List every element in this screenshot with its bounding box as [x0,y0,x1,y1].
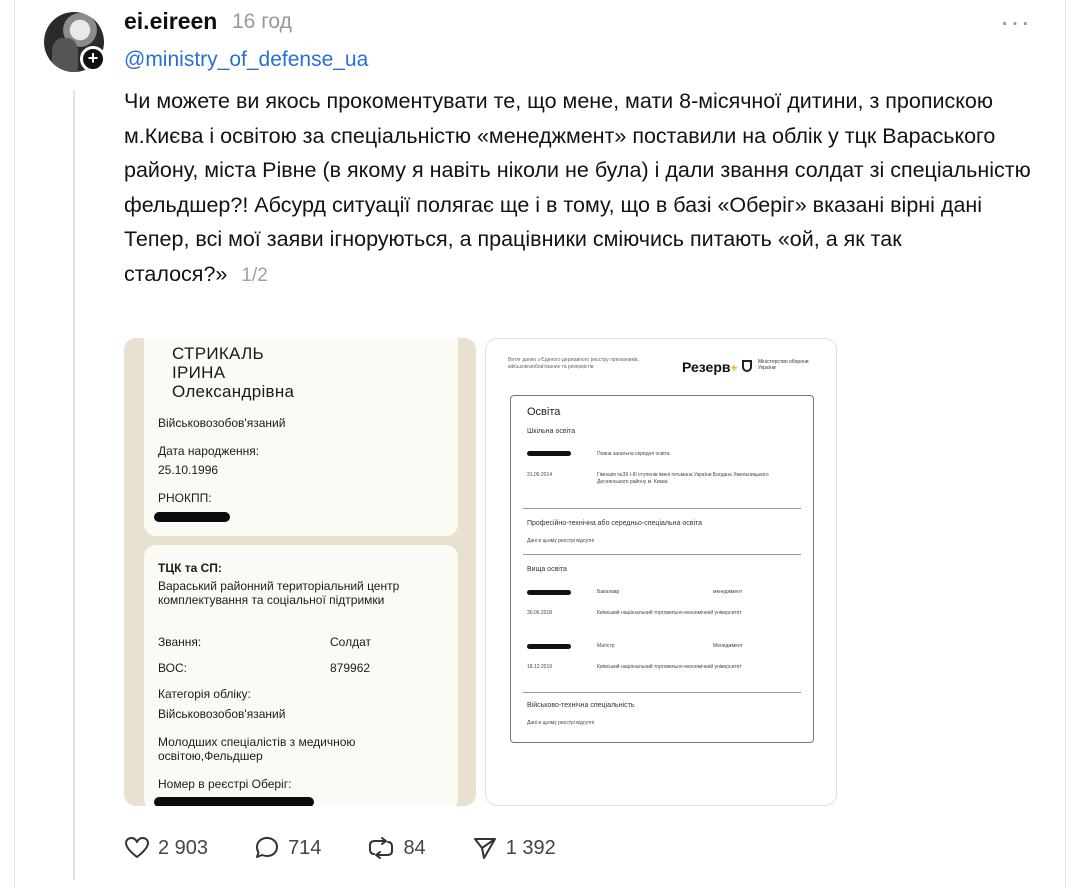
attached-image-reserv-doc[interactable]: Витяг даних з Єдиного державного реєстру… [485,338,837,806]
image-pager: 1/2 [241,264,268,286]
university-1: Київський національний торговельно-еконо… [597,610,742,616]
action-bar: 2 903 714 84 1 392 [124,832,602,864]
category-value: Військовозобов'язаний [158,707,286,721]
like-button[interactable]: 2 903 [124,836,208,860]
status: Військовозобов'язаний [158,416,286,430]
surname: СТРИКАЛЬ [172,344,264,363]
rezerv-plus: + [730,361,738,375]
vocational-label: Професійно-технічна або середньо-спеціал… [527,520,703,527]
attached-image-diia-card[interactable]: СТРИКАЛЬ ІРИНА Олександрівна Військовозо… [124,338,476,806]
category-label: Категорія обліку: [158,687,251,701]
post-time: 16 год [232,10,292,33]
dob-value: 25.10.1996 [158,463,219,477]
registry-label: Номер в реєстрі Оберіг: [158,777,292,791]
rank-value: Солдат [330,635,371,649]
specialty-master: Менеджмент [713,643,743,649]
post-paragraph-2: Тепер, всі мої заяви ігноруються, а прац… [124,222,1044,293]
card-panel-personal: СТРИКАЛЬ ІРИНА Олександрівна Військовозо… [144,338,458,536]
send-icon [473,838,496,859]
rnokpp-label: РНОКПП: [158,491,212,505]
school-date: 31.05.2014 [527,472,553,478]
post-paragraph-1: Чи можете ви якось прокоментувати те, що… [124,89,1031,217]
redaction-bar [527,644,571,649]
reply-count: 714 [288,836,322,859]
ministry-name: Міністерство оборони України [758,359,809,371]
comment-icon [256,837,279,858]
divider [523,508,801,509]
specialty-bachelor: менеджмент [713,589,743,595]
rank-label: Звання: [158,635,202,649]
uni-date-2: 18.12.2019 [527,664,553,670]
divider [523,692,801,693]
rezerv-brand: Резерв [682,359,731,375]
like-count: 2 903 [158,836,209,859]
military-label: Військово-технічна спеціальність [527,702,635,709]
username[interactable]: ei.eireen [124,8,217,35]
vocational-no-data: Дані в цьому реєстрі відсутні [527,538,595,544]
university-2: Київський національний торговельно-еконо… [597,664,742,670]
share-button[interactable]: 1 392 [472,836,556,860]
post-text: Чи можете ви якось прокоментувати те, що… [124,84,1044,293]
redaction-bar [527,451,571,456]
more-options-icon[interactable]: ··· [1000,6,1031,38]
redaction-bar [527,590,571,595]
degree-bachelor: Бакалавр [597,589,620,595]
dob-label: Дата народження: [158,444,260,458]
specialty-value: Молодших спеціалістів з медичною освітою… [158,735,356,763]
military-no-data: Дані в цьому реєстрі відсутні [527,720,595,726]
first-name: ІРИНА [172,363,226,382]
redaction-bar [154,512,230,522]
tck-label: ТЦК та СП: [158,561,222,575]
patronymic: Олександрівна [172,382,295,401]
vos-value: 879962 [330,661,371,675]
doc-header-text: Витяг даних з Єдиного державного реєстру… [508,357,639,370]
shield-icon [742,360,752,372]
tck-value: Вараський районний територіальний центр … [158,579,400,607]
heart-icon [125,837,149,858]
reply-button[interactable]: 714 [254,836,321,860]
divider [523,554,801,555]
rezerv-logo: Резерв+ [682,359,738,375]
education-title: Освіта [527,406,561,418]
redaction-bar [154,797,314,806]
thread-line [73,90,75,880]
education-box: Освіта Шкільна освіта Повна загальна сер… [510,395,814,743]
school-label: Шкільна освіта [527,428,576,435]
repost-count: 84 [403,836,426,859]
higher-label: Вища освіта [527,566,567,573]
school-name: Гімназія №39 І-ІІІ ступенів імені гетьма… [597,472,769,485]
repost-button[interactable]: 84 [367,836,426,860]
school-level: Повна загальна середня освіта [597,451,670,457]
vos-label: ВОС: [158,661,187,675]
mention-link[interactable]: @ministry_of_defense_ua [124,48,368,72]
uni-date-1: 30.06.2018 [527,610,553,616]
follow-plus-icon[interactable]: + [80,46,106,72]
card-panel-military: ТЦК та СП: Вараський районний територіал… [144,545,458,806]
degree-master: Магістр [597,643,615,649]
repost-icon [369,837,394,859]
share-count: 1 392 [505,836,556,859]
